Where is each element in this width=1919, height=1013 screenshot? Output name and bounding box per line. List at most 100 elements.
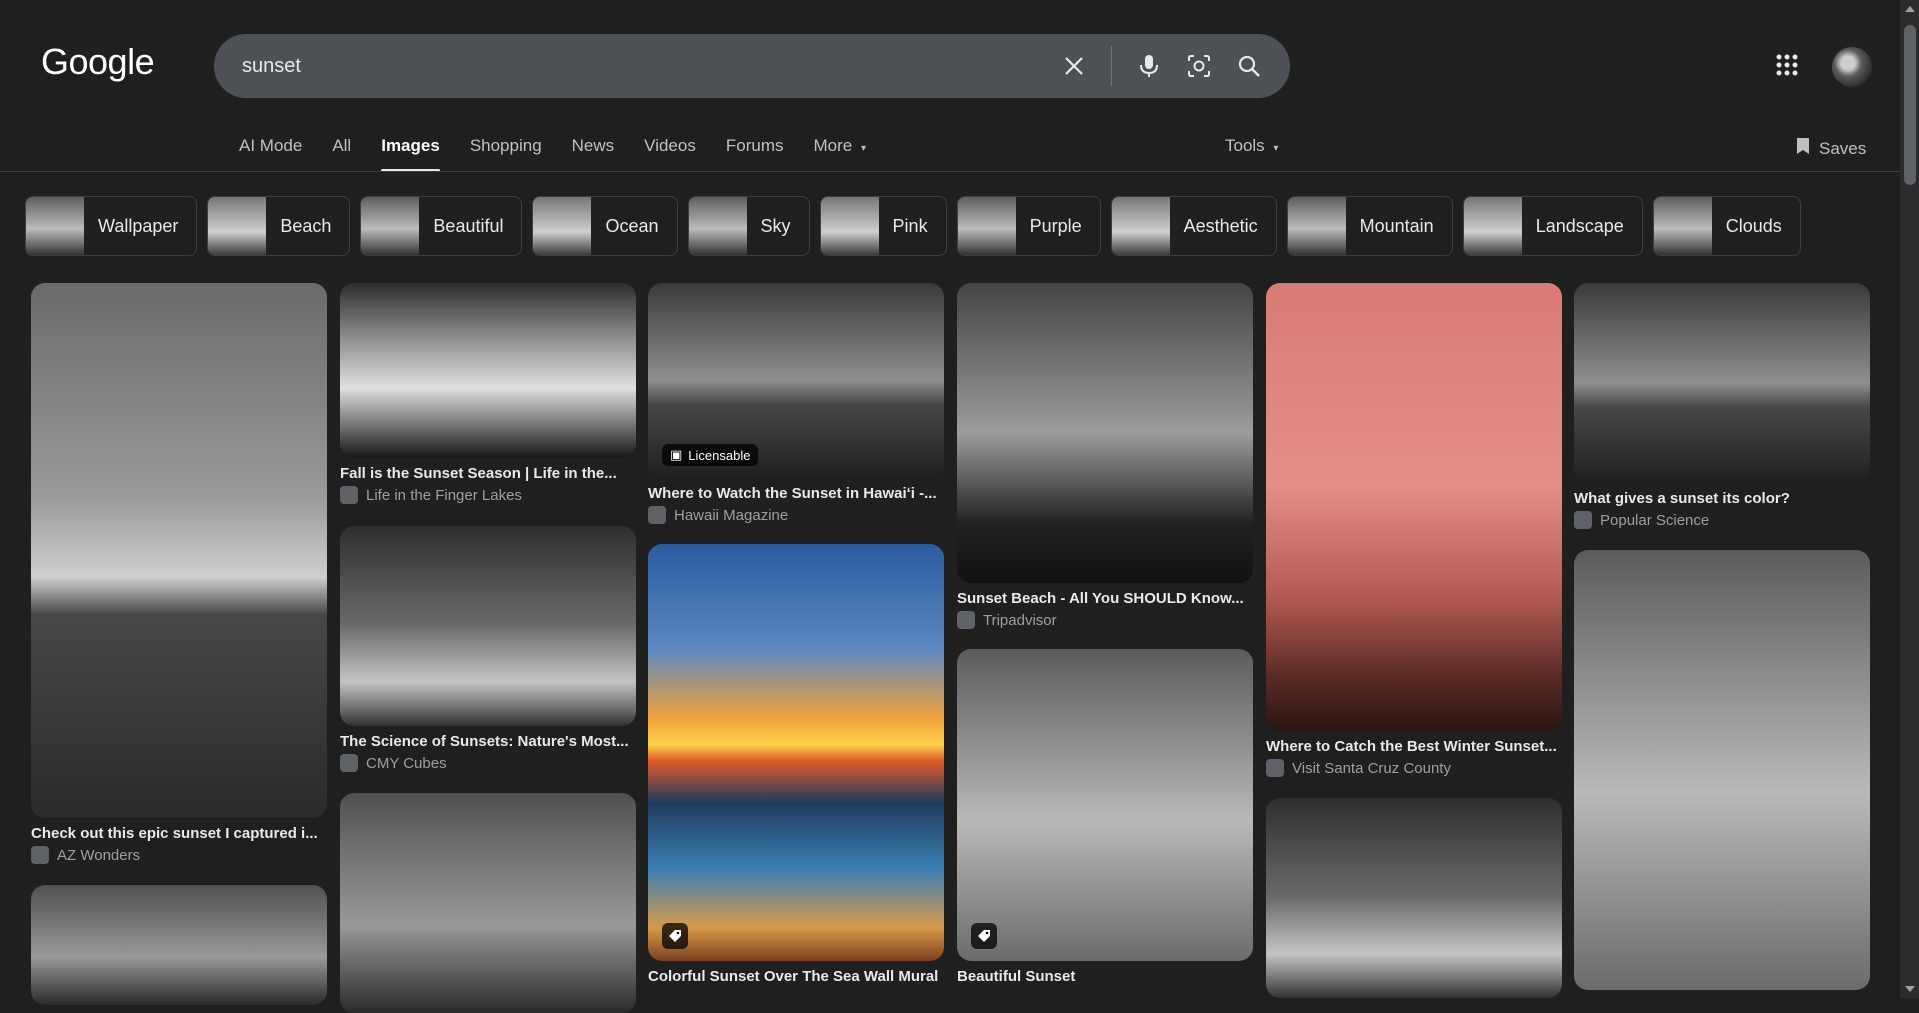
result-card[interactable]: Beautiful Sunset	[957, 649, 1253, 985]
result-source[interactable]: Tripadvisor	[957, 611, 1253, 629]
chip-clouds[interactable]: Clouds	[1652, 196, 1801, 256]
tab-all[interactable]: All	[332, 128, 351, 170]
result-image[interactable]	[1574, 283, 1870, 483]
chip-thumbnail	[1287, 197, 1346, 255]
tools-label: Tools	[1225, 136, 1265, 155]
scrollbar-thumb[interactable]	[1904, 25, 1916, 185]
result-title[interactable]: What gives a sunset its color?	[1574, 490, 1870, 507]
result-title[interactable]: The Science of Sunsets: Nature's Most...	[340, 733, 636, 750]
result-image[interactable]	[957, 283, 1253, 583]
chip-thumbnail	[26, 197, 84, 255]
result-image[interactable]: ▣ Licensable	[648, 283, 944, 478]
tab-ai-mode[interactable]: AI Mode	[239, 128, 302, 170]
tab-more-label: More	[813, 136, 853, 155]
result-source[interactable]: Popular Science	[1574, 511, 1870, 529]
result-image[interactable]	[1266, 283, 1562, 731]
chip-sky[interactable]: Sky	[687, 196, 810, 256]
chip-thumbnail	[820, 197, 879, 255]
tab-images[interactable]: Images	[381, 128, 440, 172]
result-title[interactable]: Colorful Sunset Over The Sea Wall Mural	[648, 968, 944, 985]
chip-landscape[interactable]: Landscape	[1462, 196, 1643, 256]
result-card[interactable]	[1574, 550, 1870, 990]
result-card[interactable]: Where to Catch the Best Winter Sunset...…	[1266, 283, 1562, 777]
tab-shopping[interactable]: Shopping	[470, 128, 542, 170]
result-image[interactable]	[340, 526, 636, 726]
result-source[interactable]: Life in the Finger Lakes	[340, 486, 636, 504]
site-favicon-icon	[1266, 759, 1284, 777]
search-icon[interactable]	[1234, 51, 1264, 81]
caret-down-icon: ▾	[860, 143, 866, 154]
header-divider	[0, 171, 1900, 172]
result-card[interactable]: Check out this epic sunset I captured i.…	[31, 283, 327, 864]
result-image[interactable]	[31, 885, 327, 1005]
chip-ocean[interactable]: Ocean	[532, 196, 678, 256]
result-source[interactable]: Visit Santa Cruz County	[1266, 759, 1562, 777]
search-bar[interactable]	[214, 34, 1290, 98]
chip-thumbnail	[533, 197, 592, 255]
site-favicon-icon	[340, 486, 358, 504]
lens-icon[interactable]	[1184, 51, 1214, 81]
chip-thumbnail	[361, 197, 420, 255]
chip-mountain[interactable]: Mountain	[1286, 196, 1453, 256]
result-card[interactable]	[1266, 798, 1562, 998]
chip-pink[interactable]: Pink	[819, 196, 947, 256]
result-card[interactable]: The Science of Sunsets: Nature's Most...…	[340, 526, 636, 772]
chip-label: Beach	[280, 215, 332, 236]
site-favicon-icon	[340, 754, 358, 772]
chip-thumbnail	[208, 197, 267, 255]
result-image[interactable]	[31, 283, 327, 818]
result-image[interactable]	[1574, 550, 1870, 990]
chip-beautiful[interactable]: Beautiful	[360, 196, 523, 256]
tab-videos[interactable]: Videos	[644, 128, 696, 170]
search-input[interactable]	[240, 53, 1064, 79]
avatar[interactable]	[1832, 47, 1872, 87]
page-scrollbar[interactable]	[1900, 0, 1919, 998]
tab-more[interactable]: More ▾	[813, 128, 866, 170]
result-card[interactable]: Sunset Beach - All You SHOULD Know... Tr…	[957, 283, 1253, 629]
result-source[interactable]: Hawaii Magazine	[648, 506, 944, 524]
google-logo[interactable]: Google	[41, 41, 155, 83]
scroll-down-icon[interactable]	[1905, 986, 1915, 992]
clear-icon[interactable]	[1059, 51, 1089, 81]
result-source[interactable]: AZ Wonders	[31, 846, 327, 864]
site-favicon-icon	[1574, 511, 1592, 529]
result-title[interactable]: Where to Catch the Best Winter Sunset...	[1266, 738, 1562, 755]
result-source[interactable]: CMY Cubes	[340, 754, 636, 772]
result-title[interactable]: Fall is the Sunset Season | Life in the.…	[340, 465, 636, 482]
site-favicon-icon	[31, 846, 49, 864]
chip-label: Clouds	[1725, 215, 1782, 236]
product-tag-icon	[971, 923, 997, 949]
result-image[interactable]	[340, 793, 636, 1013]
saves-button[interactable]: Saves	[1795, 136, 1866, 161]
result-image[interactable]	[957, 649, 1253, 961]
result-card[interactable]	[31, 885, 327, 1005]
result-card[interactable]: What gives a sunset its color? Popular S…	[1574, 283, 1870, 529]
apps-grid-icon[interactable]	[1775, 53, 1805, 83]
result-card[interactable]: Colorful Sunset Over The Sea Wall Mural	[648, 544, 944, 985]
saves-label: Saves	[1819, 138, 1867, 158]
tools-button[interactable]: Tools ▾	[1225, 136, 1278, 156]
result-card[interactable]: Fall is the Sunset Season | Life in the.…	[340, 283, 636, 504]
result-title[interactable]: Sunset Beach - All You SHOULD Know...	[957, 590, 1253, 607]
result-card[interactable]	[340, 793, 636, 1013]
result-title[interactable]: Check out this epic sunset I captured i.…	[31, 825, 327, 842]
tab-forums[interactable]: Forums	[726, 128, 784, 170]
result-card[interactable]: ▣ Licensable Where to Watch the Sunset i…	[648, 283, 944, 524]
result-title[interactable]: Beautiful Sunset	[957, 968, 1253, 985]
chip-aesthetic[interactable]: Aesthetic	[1110, 196, 1277, 256]
refinement-chips: Wallpaper Beach Beautiful Ocean Sky Pink…	[25, 196, 1870, 256]
result-image[interactable]	[1266, 798, 1562, 998]
chip-label: Purple	[1029, 215, 1082, 236]
result-image[interactable]	[648, 544, 944, 961]
site-favicon-icon	[957, 611, 975, 629]
mic-icon[interactable]	[1134, 51, 1164, 81]
source-label: Tripadvisor	[983, 611, 1057, 629]
tab-news[interactable]: News	[572, 128, 615, 170]
chip-purple[interactable]: Purple	[956, 196, 1101, 256]
scroll-up-icon[interactable]	[1905, 6, 1915, 12]
chip-beach[interactable]: Beach	[207, 196, 351, 256]
chip-wallpaper[interactable]: Wallpaper	[25, 196, 198, 256]
result-title[interactable]: Where to Watch the Sunset in Hawaiʻi -..…	[648, 485, 944, 502]
chip-label: Aesthetic	[1183, 215, 1258, 236]
result-image[interactable]	[340, 283, 636, 458]
